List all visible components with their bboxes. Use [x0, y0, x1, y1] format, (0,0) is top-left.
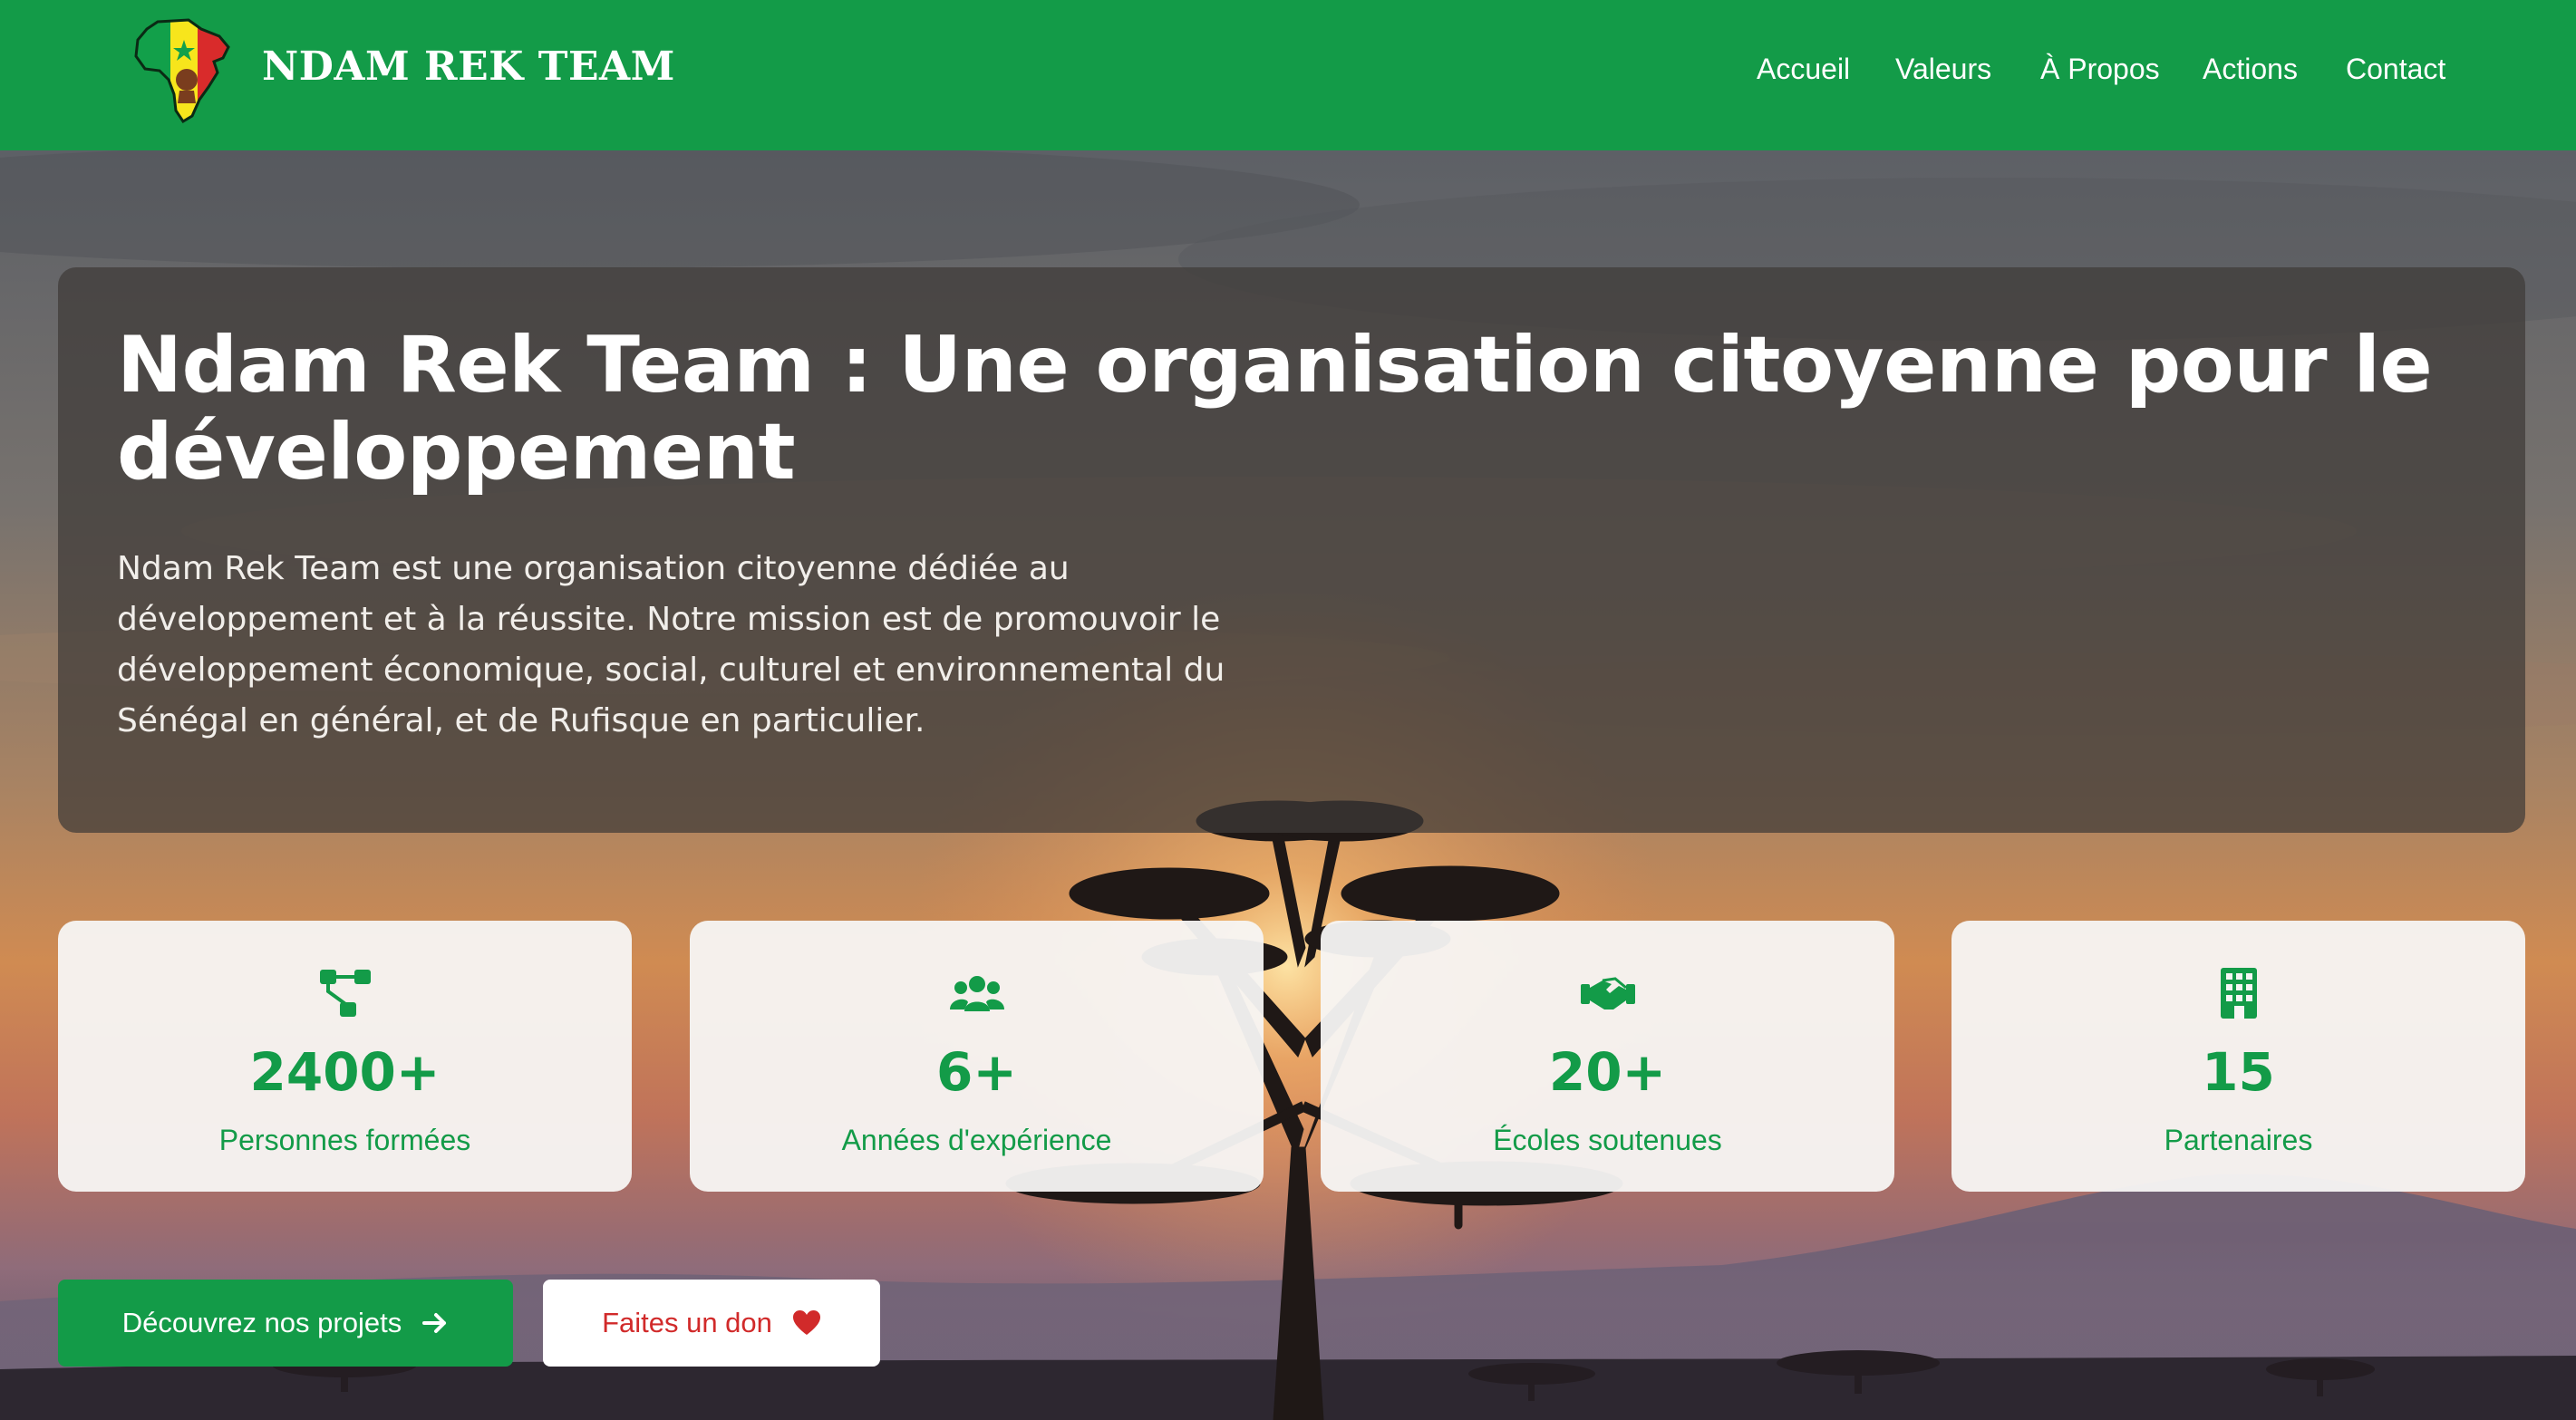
stat-card-trained: 2400+ Personnes formées [58, 921, 632, 1192]
logo-link[interactable] [132, 16, 232, 125]
hero-card: Ndam Rek Team : Une organisation citoyen… [58, 267, 2525, 833]
nav-link-a-propos[interactable]: À Propos [2040, 53, 2160, 86]
heart-icon [792, 1310, 820, 1335]
nav-link-valeurs[interactable]: Valeurs [1895, 53, 1991, 86]
stat-value: 6+ [936, 1041, 1017, 1103]
africa-map-logo-icon [134, 18, 230, 124]
discover-projects-button[interactable]: Découvrez nos projets [58, 1280, 513, 1367]
discover-projects-label: Découvrez nos projets [121, 1307, 402, 1338]
stat-label: Écoles soutenues [1493, 1124, 1722, 1156]
donate-button[interactable]: Faites un don [543, 1280, 880, 1367]
hero-title: Ndam Rek Team : Une organisation citoyen… [117, 320, 2433, 497]
users-icon [949, 976, 1004, 1011]
building-icon [2220, 968, 2257, 1019]
arrow-right-icon [422, 1313, 447, 1333]
stat-card-experience: 6+ Années d'expérience [690, 921, 1264, 1192]
stat-value: 20+ [1548, 1041, 1667, 1103]
nav-link-actions[interactable]: Actions [2203, 53, 2298, 86]
nav-link-contact[interactable]: Contact [2346, 53, 2445, 86]
site-header: NDAM REK TEAM Accueil Valeurs À Propos A… [0, 0, 2576, 150]
stat-label: Personnes formées [218, 1124, 471, 1156]
hero-description: Ndam Rek Team est une organisation citoy… [117, 550, 1225, 739]
stat-value: 15 [2202, 1041, 2275, 1103]
stat-label: Partenaires [2164, 1124, 2313, 1156]
stat-label: Années d'expérience [841, 1124, 1112, 1156]
handshake-icon [1580, 977, 1635, 1009]
stat-card-partners: 15 Partenaires [1951, 921, 2525, 1192]
site-brand: NDAM REK TEAM [262, 43, 675, 90]
stat-value: 2400+ [249, 1041, 441, 1103]
donate-label: Faites un don [602, 1307, 772, 1338]
network-icon [319, 970, 371, 1017]
stat-card-schools: 20+ Écoles soutenues [1321, 921, 1894, 1192]
nav-link-accueil[interactable]: Accueil [1757, 53, 1850, 86]
